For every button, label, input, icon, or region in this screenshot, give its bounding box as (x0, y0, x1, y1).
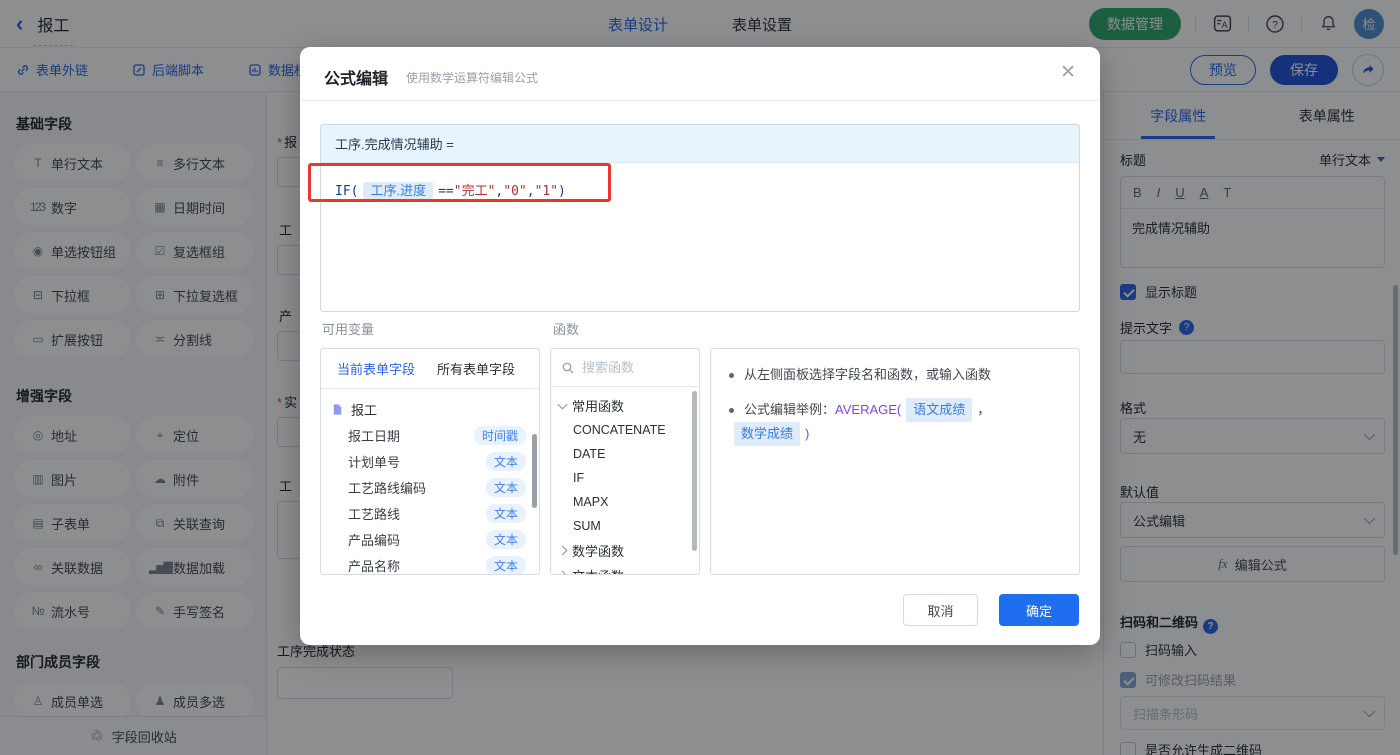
tab-all-form-fields[interactable]: 所有表单字段 (437, 359, 515, 378)
chevron-collapsed-icon (557, 545, 568, 556)
variable-name: 报工日期 (348, 428, 401, 444)
variable-row[interactable]: 工艺路线 文本 (321, 500, 539, 526)
variables-label: 可用变量 (322, 322, 375, 337)
variable-row[interactable]: 产品编码 文本 (321, 526, 539, 552)
function-item[interactable]: SUM (551, 514, 699, 538)
functions-label: 函数 (553, 322, 580, 337)
function-items: CONCATENATE DATE IF MAPX SUM (551, 418, 699, 538)
variables-panel: 当前表单字段 所有表单字段 报工 报工日期 时间戳 计划单号 文本 工艺路线编码 (320, 348, 540, 575)
function-search-input[interactable] (582, 360, 682, 375)
variable-row[interactable]: 产品名称 文本 (321, 552, 539, 574)
function-group-text[interactable]: 文本函数 (551, 563, 699, 574)
variable-type-badge: 文本 (485, 477, 526, 497)
form-tree-root[interactable]: 报工 (321, 396, 539, 422)
variable-row[interactable]: 计划单号 文本 (321, 448, 539, 474)
app-screen: ‹ 报工 表单设计 表单设置 数据管理 A ? 检 表单外链 后端脚本 数据权 … (0, 0, 1400, 755)
close-icon[interactable]: ✕ (1060, 63, 1076, 82)
variable-rows: 报工日期 时间戳 计划单号 文本 工艺路线编码 文本 工艺路线 文本 产品编码 … (321, 422, 539, 574)
formula-edit-modal: 公式编辑 使用数学运算符编辑公式 ✕ 工序.完成情况辅助 = IF(工序.进度 =… (300, 47, 1100, 645)
variables-scrollbar[interactable] (532, 434, 537, 508)
modal-title: 公式编辑 (324, 71, 389, 88)
functions-scrollbar[interactable] (692, 391, 697, 551)
function-item[interactable]: IF (551, 466, 699, 490)
cancel-button[interactable]: 取消 (903, 594, 978, 626)
formula-function: IF( (335, 184, 359, 199)
tab-current-form-fields[interactable]: 当前表单字段 (337, 359, 415, 378)
chevron-collapsed-icon (557, 570, 568, 574)
variable-type-badge: 文本 (485, 451, 526, 471)
variable-name: 产品名称 (348, 558, 401, 574)
formula-editor[interactable]: 工序.完成情况辅助 = IF(工序.进度 =="完工","0","1") (320, 124, 1080, 312)
example-field-chip: 数学成绩 (734, 422, 801, 446)
variable-name: 计划单号 (348, 454, 401, 470)
document-icon (333, 403, 342, 415)
formula-help-panel: 从左侧面板选择字段名和函数，或输入函数 公式编辑举例： AVERAGE( 语文成绩… (710, 348, 1080, 575)
confirm-button[interactable]: 确定 (999, 594, 1079, 626)
formula-target: 工序.完成情况辅助 = (321, 125, 1079, 163)
functions-panel: 常用函数 CONCATENATEDATEIFMAPXSUM 数学函数 文本函数 (550, 348, 700, 575)
variable-name: 工艺路线 (348, 506, 401, 522)
modal-subtitle: 使用数学运算符编辑公式 (406, 71, 539, 85)
variable-row[interactable]: 工艺路线编码 文本 (321, 474, 539, 500)
bullet-icon (729, 407, 734, 413)
function-search[interactable] (551, 349, 699, 387)
formula-expression[interactable]: IF(工序.进度 =="完工","0","1") (321, 163, 1079, 216)
example-field-chip: 语文成绩 (906, 398, 973, 422)
chevron-open-icon (557, 399, 568, 409)
function-group-math[interactable]: 数学函数 (551, 538, 699, 563)
function-item[interactable]: CONCATENATE (551, 418, 699, 442)
variable-row[interactable]: 报工日期 时间戳 (321, 422, 539, 448)
variable-type-badge: 文本 (485, 503, 526, 523)
bullet-icon (729, 372, 734, 378)
help-tip-2: 公式编辑举例： AVERAGE( 语文成绩 ， 数学成绩 ) (729, 398, 1061, 446)
variable-type-badge: 时间戳 (473, 425, 526, 445)
function-item[interactable]: DATE (551, 442, 699, 466)
variable-type-badge: 文本 (485, 555, 526, 574)
field-chip[interactable]: 工序.进度 (363, 182, 434, 199)
search-icon (562, 362, 574, 373)
help-tip-1: 从左侧面板选择字段名和函数，或输入函数 (729, 364, 1061, 386)
variables-tabs: 当前表单字段 所有表单字段 (321, 349, 539, 389)
variable-name: 工艺路线编码 (348, 480, 427, 496)
function-group-common[interactable]: 常用函数 (551, 393, 699, 418)
variables-list: 报工 报工日期 时间戳 计划单号 文本 工艺路线编码 文本 工艺路线 文本 产品… (321, 389, 539, 574)
function-item[interactable]: MAPX (551, 490, 699, 514)
divider (300, 100, 1100, 101)
variable-type-badge: 文本 (485, 529, 526, 549)
variable-name: 产品编码 (348, 532, 401, 548)
